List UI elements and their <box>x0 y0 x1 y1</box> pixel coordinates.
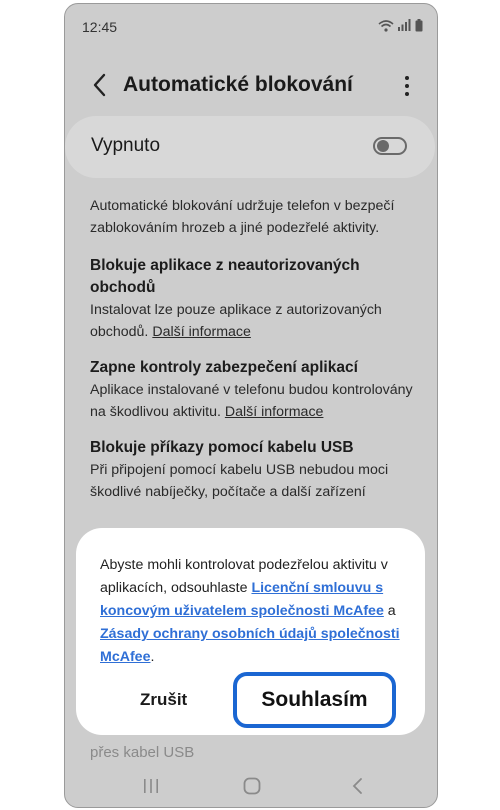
more-options-icon[interactable] <box>399 73 415 99</box>
privacy-policy-link[interactable]: Zásady ochrany osobních údajů společnost… <box>100 626 400 665</box>
section-title: Zapne kontroly zabezpečení aplikací <box>90 359 358 376</box>
section-usb-block: Blokuje příkazy pomocí kabelu USB Při př… <box>90 437 425 503</box>
section-app-security: Zapne kontroly zabezpečení aplikací Apli… <box>90 357 425 423</box>
status-icons <box>378 18 423 32</box>
navigation-bar <box>65 768 437 806</box>
learn-more-link[interactable]: Další informace <box>225 404 324 420</box>
wifi-icon <box>378 19 394 32</box>
toggle-knob <box>377 140 389 152</box>
section-desc: Při připojení pomocí kabelu USB nebudou … <box>90 462 389 500</box>
description-content: Automatické blokování udržuje telefon v … <box>90 195 425 517</box>
cancel-button[interactable]: Zrušit <box>140 690 187 710</box>
intro-text: Automatické blokování udržuje telefon v … <box>90 198 395 236</box>
section-desc: Aplikace instalované v telefonu budou ko… <box>90 379 425 423</box>
app-bar: Automatické blokování <box>65 66 437 106</box>
status-time: 12:45 <box>82 19 118 35</box>
partial-text: přes kabel USB <box>90 744 195 761</box>
nav-back-icon[interactable] <box>348 776 368 796</box>
agree-button[interactable]: Souhlasím <box>233 672 396 728</box>
learn-more-link[interactable]: Další informace <box>152 324 251 340</box>
section-desc: Instalovat lze pouze aplikace z autorizo… <box>90 299 425 343</box>
section-title: Blokuje aplikace z neautorizovaných obch… <box>90 257 360 296</box>
home-icon[interactable] <box>242 776 262 796</box>
battery-icon <box>415 18 423 31</box>
back-arrow-icon[interactable] <box>89 72 111 98</box>
section-title: Blokuje příkazy pomocí kabelu USB <box>90 439 354 456</box>
master-switch-label: Vypnuto <box>91 135 161 156</box>
signal-icon <box>398 19 411 31</box>
master-switch-row[interactable]: Vypnuto <box>65 116 435 178</box>
master-toggle[interactable] <box>373 137 407 155</box>
dialog-text-end: . <box>150 649 155 665</box>
section-block-stores: Blokuje aplikace z neautorizovaných obch… <box>90 255 425 343</box>
recent-apps-icon[interactable] <box>141 776 161 796</box>
page-title: Automatické blokování <box>123 73 353 96</box>
dialog-message: Abyste mohli kontrolovat podezřelou akti… <box>100 554 405 669</box>
dialog-text-mid: a <box>387 603 396 619</box>
consent-dialog: Abyste mohli kontrolovat podezřelou akti… <box>76 528 425 735</box>
status-bar: 12:45 <box>65 4 437 46</box>
